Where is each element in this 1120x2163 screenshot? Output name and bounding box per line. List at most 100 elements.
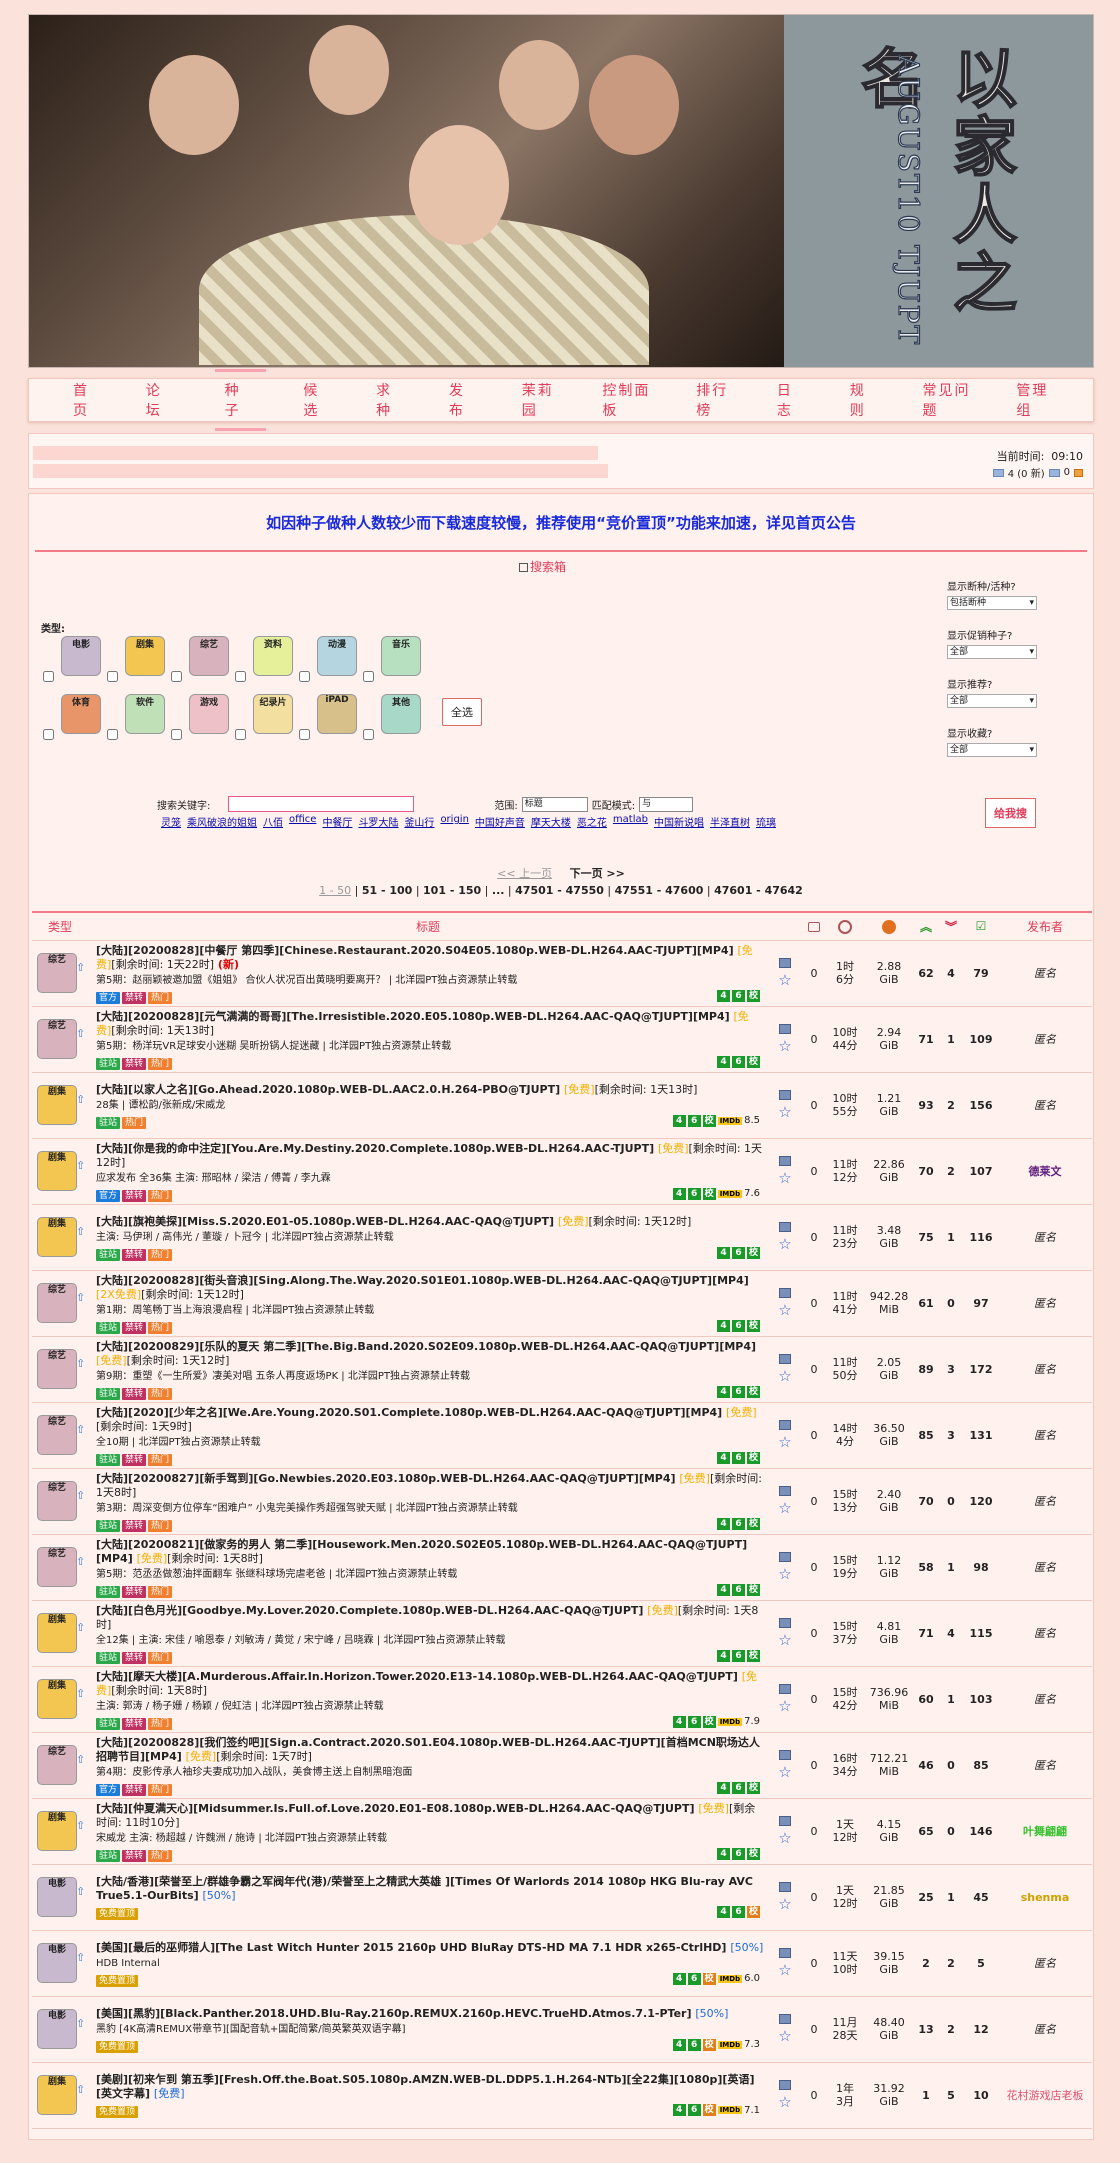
seeders-count[interactable]: 71 bbox=[914, 1600, 938, 1667]
download-icon[interactable] bbox=[779, 1089, 791, 1100]
torrent-title-block[interactable]: [大陆][你是我的命中注定][You.Are.My.Destiny.2020.C… bbox=[96, 1142, 764, 1170]
message-status[interactable]: 4 (0 新) 0 bbox=[992, 465, 1083, 480]
download-icon[interactable] bbox=[779, 2013, 791, 2024]
hot-keyword-link[interactable]: 中餐厅 bbox=[322, 814, 352, 829]
comment-count[interactable]: 0 bbox=[802, 1204, 826, 1271]
scope-select[interactable]: 标题 bbox=[521, 796, 588, 812]
completed-count[interactable]: 120 bbox=[964, 1468, 998, 1535]
category-option[interactable]: 电影 bbox=[43, 634, 107, 684]
leechers-count[interactable]: 0 bbox=[938, 1468, 964, 1535]
category-checkbox[interactable] bbox=[107, 729, 118, 740]
col-uploader[interactable]: 发布者 bbox=[998, 911, 1092, 941]
comment-count[interactable]: 0 bbox=[802, 1930, 826, 1997]
completed-count[interactable]: 109 bbox=[964, 1006, 998, 1073]
col-completed[interactable]: ☑ bbox=[964, 911, 998, 941]
nav-garden[interactable]: 茉莉园 bbox=[518, 369, 566, 431]
torrent-title-block[interactable]: [大陆][摩天大楼][A.Murderous.Affair.In.Horizon… bbox=[96, 1670, 764, 1698]
torrent-title-block[interactable]: [大陆][20200828][街头音浪][Sing.Along.The.Way.… bbox=[96, 1274, 764, 1302]
torrent-title-block[interactable]: [美国][最后的巫师猎人][The Last Witch Hunter 2015… bbox=[96, 1941, 764, 1955]
nav-ranking[interactable]: 排行榜 bbox=[692, 369, 740, 431]
download-arrow-icon[interactable]: ⇧ bbox=[76, 1687, 85, 1700]
col-type[interactable]: 类型 bbox=[32, 911, 88, 941]
seeders-count[interactable]: 61 bbox=[914, 1270, 938, 1337]
uploader[interactable]: 匿名 bbox=[998, 1996, 1092, 2063]
uploader[interactable]: 匿名 bbox=[998, 1006, 1092, 1073]
hot-keyword-link[interactable]: 摩天大楼 bbox=[531, 814, 571, 829]
download-icon[interactable] bbox=[779, 1683, 791, 1694]
category-option[interactable]: 综艺 bbox=[171, 634, 235, 684]
uploader[interactable]: 匿名 bbox=[998, 1666, 1092, 1733]
category-option[interactable]: 体育 bbox=[43, 692, 107, 742]
search-button[interactable]: 给我搜 bbox=[985, 798, 1036, 828]
select-all-button[interactable]: 全选 bbox=[442, 698, 482, 726]
uploader[interactable]: shenma bbox=[998, 1864, 1092, 1931]
inbox-count[interactable]: 0 bbox=[1064, 467, 1070, 478]
leechers-count[interactable]: 5 bbox=[938, 2062, 964, 2129]
completed-count[interactable]: 45 bbox=[964, 1864, 998, 1931]
comment-count[interactable]: 0 bbox=[802, 1402, 826, 1469]
seeders-count[interactable]: 62 bbox=[914, 940, 938, 1007]
seeders-count[interactable]: 65 bbox=[914, 1798, 938, 1865]
uploader[interactable]: 花村游戏店老板 bbox=[998, 2062, 1092, 2129]
leechers-count[interactable]: 2 bbox=[938, 1996, 964, 2063]
category-icon[interactable]: 电影 bbox=[37, 2009, 77, 2049]
bookmark-star-icon[interactable]: ☆ bbox=[778, 1829, 791, 1847]
category-icon[interactable]: 电影 bbox=[61, 636, 101, 676]
download-icon[interactable] bbox=[779, 1551, 791, 1562]
page-link[interactable]: 47551 - 47600 bbox=[615, 884, 704, 897]
torrent-title[interactable]: [大陆][20200828][元气满满的哥哥][The.Irresistible… bbox=[96, 1010, 730, 1023]
comment-count[interactable]: 0 bbox=[802, 1666, 826, 1733]
page-link[interactable]: 47601 - 47642 bbox=[714, 884, 803, 897]
comment-icon[interactable] bbox=[808, 921, 820, 932]
category-icon[interactable]: 综艺 bbox=[37, 1283, 77, 1323]
download-arrow-icon[interactable]: ⇧ bbox=[76, 1555, 85, 1568]
category-icon[interactable]: 剧集 bbox=[37, 1679, 77, 1719]
torrent-title[interactable]: [大陆][20200828][街头音浪][Sing.Along.The.Way.… bbox=[96, 1274, 749, 1287]
uploader[interactable]: 匿名 bbox=[998, 1930, 1092, 1997]
bookmark-star-icon[interactable]: ☆ bbox=[778, 1631, 791, 1649]
torrent-title[interactable]: [大陆][20200827][新手驾到][Go.Newbies.2020.E03… bbox=[96, 1472, 676, 1485]
category-checkbox[interactable] bbox=[43, 729, 54, 740]
download-arrow-icon[interactable]: ⇧ bbox=[76, 1093, 85, 1106]
category-icon[interactable]: 其他 bbox=[381, 694, 421, 734]
uploader[interactable]: 德莱文 bbox=[998, 1138, 1092, 1205]
torrent-title-block[interactable]: [美剧][初来乍到 第五季][Fresh.Off.the.Boat.S05.10… bbox=[96, 2073, 764, 2101]
uploader[interactable]: 匿名 bbox=[998, 1072, 1092, 1139]
category-icon[interactable]: 电影 bbox=[37, 1877, 77, 1917]
category-icon[interactable]: 综艺 bbox=[37, 1349, 77, 1389]
completed-count[interactable]: 79 bbox=[964, 940, 998, 1007]
leechers-count[interactable]: 2 bbox=[938, 1072, 964, 1139]
seeders-count[interactable]: 70 bbox=[914, 1468, 938, 1535]
page-link[interactable]: 51 - 100 bbox=[362, 884, 413, 897]
category-checkbox[interactable] bbox=[235, 671, 246, 682]
leechers-count[interactable]: 4 bbox=[938, 940, 964, 1007]
leechers-count[interactable]: 1 bbox=[938, 1534, 964, 1601]
torrent-title[interactable]: [大陆][20200828][中餐厅 第四季][Chinese.Restaura… bbox=[96, 944, 734, 957]
seeders-count[interactable]: 1 bbox=[914, 2062, 938, 2129]
completed-count[interactable]: 107 bbox=[964, 1138, 998, 1205]
nav-upload[interactable]: 发 布 bbox=[445, 369, 485, 431]
bookmark-star-icon[interactable]: ☆ bbox=[778, 1037, 791, 1055]
next-page[interactable]: 下一页 >> bbox=[570, 867, 625, 880]
download-icon[interactable] bbox=[779, 1485, 791, 1496]
message-count[interactable]: 4 (0 新) bbox=[1008, 465, 1045, 480]
comment-count[interactable]: 0 bbox=[802, 1072, 826, 1139]
category-icon[interactable]: 剧集 bbox=[37, 1811, 77, 1851]
category-icon[interactable]: 动漫 bbox=[317, 636, 357, 676]
download-arrow-icon[interactable]: ⇧ bbox=[76, 1225, 85, 1238]
category-checkbox[interactable] bbox=[171, 671, 182, 682]
filter-recommend-select[interactable]: 全部 bbox=[947, 694, 1037, 708]
torrent-title-block[interactable]: [大陆][20200828][我们签约吧][Sign.a.Contract.20… bbox=[96, 1736, 764, 1764]
seeders-count[interactable]: 25 bbox=[914, 1864, 938, 1931]
bookmark-star-icon[interactable]: ☆ bbox=[778, 1763, 791, 1781]
category-option[interactable]: 资料 bbox=[235, 634, 299, 684]
col-seeders[interactable]: ︽ bbox=[914, 911, 938, 941]
download-icon[interactable] bbox=[779, 1815, 791, 1826]
download-icon[interactable] bbox=[779, 1881, 791, 1892]
category-icon[interactable]: 综艺 bbox=[37, 1745, 77, 1785]
comment-count[interactable]: 0 bbox=[802, 1138, 826, 1205]
col-comments[interactable] bbox=[802, 911, 826, 941]
category-checkbox[interactable] bbox=[363, 729, 374, 740]
leechers-count[interactable]: 2 bbox=[938, 1930, 964, 1997]
download-arrow-icon[interactable]: ⇧ bbox=[76, 1951, 85, 1964]
